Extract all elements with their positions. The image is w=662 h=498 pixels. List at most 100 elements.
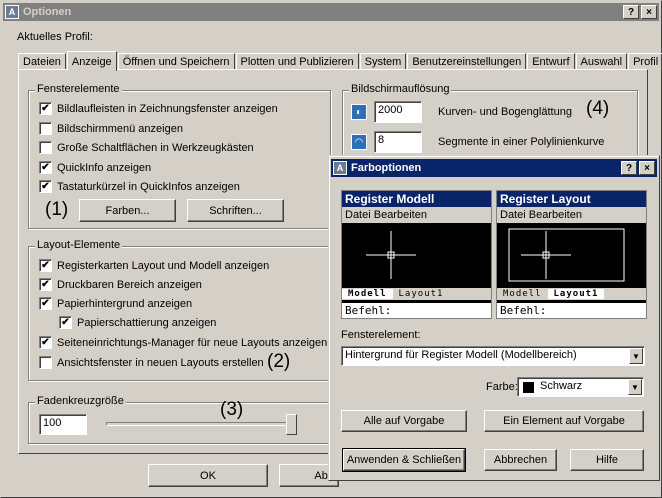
tab-system[interactable]: System bbox=[359, 53, 407, 70]
preview-command-line: Befehl: bbox=[497, 303, 646, 318]
layout-tab-preview[interactable]: Register Layout Datei Bearbeiten Modell … bbox=[496, 190, 647, 319]
polyline-segments-input[interactable]: 8 bbox=[374, 131, 422, 153]
option-label: Papierhintergrund anzeigen bbox=[57, 297, 193, 310]
preview-command-line: Befehl: bbox=[342, 303, 491, 318]
restore-one-button[interactable]: Ein Element auf Vorgabe bbox=[484, 410, 644, 432]
autocad-app-icon: A bbox=[5, 5, 19, 19]
option-shortcut-keys[interactable]: ✔ Tastaturkürzel in QuickInfos anzeigen bbox=[39, 180, 240, 193]
option-label: Registerkarten Layout und Modell anzeige… bbox=[57, 259, 270, 272]
window-element-select[interactable]: Hintergrund für Register Modell (Modellb… bbox=[341, 346, 645, 366]
annotation-1: (1) bbox=[45, 199, 69, 220]
model-tab-preview[interactable]: Register Modell Datei Bearbeiten Modell … bbox=[341, 190, 492, 319]
option-large-buttons[interactable]: Große Schaltflächen in Werkzeugkästen bbox=[39, 141, 254, 154]
paper-preview bbox=[508, 228, 625, 282]
tab-auswahl[interactable]: Auswahl bbox=[575, 53, 628, 70]
help-title-button[interactable]: ? bbox=[623, 5, 639, 19]
polyline-segments-label: Segmente in einer Polylinienkurve bbox=[438, 136, 605, 148]
crosshair-legend: Fadenkreuzgröße bbox=[35, 395, 126, 407]
color-dialog-titlebar: A Farboptionen ? × bbox=[331, 159, 657, 177]
crosshair-size-input[interactable]: 100 bbox=[39, 414, 87, 435]
option-paper-background[interactable]: ✔ Papierhintergrund anzeigen bbox=[39, 297, 192, 310]
help-button[interactable]: Hilfe bbox=[570, 449, 644, 471]
option-scrollbars[interactable]: ✔ Bildlaufleisten in Zeichnungsfenster a… bbox=[39, 102, 278, 115]
fonts-button[interactable]: Schriften... bbox=[187, 199, 284, 222]
preview-tab-model: Modell bbox=[503, 289, 542, 299]
restore-all-button[interactable]: Alle auf Vorgabe bbox=[341, 410, 467, 432]
tab-benutzereinstellungen[interactable]: Benutzereinstellungen bbox=[407, 53, 527, 70]
close-title-button[interactable]: × bbox=[639, 161, 655, 175]
polyline-segments-icon: ◠ bbox=[351, 134, 367, 150]
option-page-setup-manager[interactable]: ✔ Seiteneinrichtungs-Manager für neue La… bbox=[39, 336, 327, 349]
arc-smoothness-icon: ◐ bbox=[351, 104, 367, 120]
option-label: Ansichtsfenster in neuen Layouts erstell… bbox=[57, 356, 264, 369]
option-printable-area[interactable]: ✔ Druckbaren Bereich anzeigen bbox=[39, 278, 202, 291]
option-screen-menu[interactable]: Bildschirmmenü anzeigen bbox=[39, 122, 183, 135]
option-create-viewport[interactable]: Ansichtsfenster in neuen Layouts erstell… bbox=[39, 356, 264, 369]
arc-smoothness-input[interactable]: 2000 bbox=[374, 101, 422, 123]
crosshair-preview bbox=[366, 231, 416, 279]
preview-tabs: Modell Layout1 bbox=[497, 288, 646, 300]
preview-tabs: Modell Layout1 bbox=[342, 288, 491, 300]
tab-strip: Dateien Anzeige Öffnen und Speichern Plo… bbox=[18, 50, 662, 71]
tab-dateien[interactable]: Dateien bbox=[18, 53, 66, 70]
preview-menu: Datei Bearbeiten bbox=[497, 207, 646, 223]
crosshair-slider-thumb[interactable] bbox=[286, 414, 297, 435]
option-label: Bildschirmmenü anzeigen bbox=[57, 122, 183, 135]
checkbox[interactable] bbox=[39, 141, 52, 154]
preview-menu: Datei Bearbeiten bbox=[342, 207, 491, 223]
checkbox[interactable]: ✔ bbox=[39, 161, 52, 174]
checkbox[interactable]: ✔ bbox=[39, 336, 52, 349]
preview-tab-layout: Layout1 bbox=[547, 289, 605, 299]
close-title-button[interactable]: × bbox=[641, 5, 657, 19]
annotation-4: (4) bbox=[586, 98, 610, 119]
checkbox[interactable] bbox=[39, 356, 52, 369]
annotation-2: (2) bbox=[267, 351, 291, 372]
checkbox[interactable]: ✔ bbox=[39, 180, 52, 193]
tab-anzeige[interactable]: Anzeige bbox=[66, 51, 117, 71]
checkbox[interactable] bbox=[39, 122, 52, 135]
option-layout-tabs[interactable]: ✔ Registerkarten Layout und Modell anzei… bbox=[39, 259, 269, 272]
color-select[interactable]: Schwarz ▼ bbox=[517, 377, 644, 397]
apply-close-button[interactable]: Anwenden & Schließen bbox=[342, 448, 466, 472]
arc-smoothness-label: Kurven- und Bogenglättung bbox=[438, 106, 572, 118]
option-quickinfo[interactable]: ✔ QuickInfo anzeigen bbox=[39, 161, 151, 174]
preview-title: Register Modell bbox=[342, 191, 491, 207]
colors-button[interactable]: Farben... bbox=[79, 199, 176, 222]
option-paper-shadow[interactable]: ✔ Papierschattierung anzeigen bbox=[59, 316, 216, 329]
tab-oeffnen-speichern[interactable]: Öffnen und Speichern bbox=[117, 53, 235, 70]
checkbox[interactable]: ✔ bbox=[59, 316, 72, 329]
annotation-3: (3) bbox=[220, 399, 244, 420]
options-title: Optionen bbox=[23, 6, 72, 18]
option-label: Tastaturkürzel in QuickInfos anzeigen bbox=[57, 180, 240, 193]
chevron-down-icon[interactable]: ▼ bbox=[628, 379, 642, 395]
tab-entwurf[interactable]: Entwurf bbox=[527, 53, 575, 70]
checkbox[interactable]: ✔ bbox=[39, 259, 52, 272]
cancel-button[interactable]: Abbrechen bbox=[484, 449, 557, 471]
tab-profil[interactable]: Profil bbox=[628, 53, 662, 70]
checkbox[interactable]: ✔ bbox=[39, 278, 52, 291]
window-element-value: Hintergrund für Register Modell (Modellb… bbox=[345, 349, 577, 361]
option-label: Große Schaltflächen in Werkzeugkästen bbox=[57, 141, 254, 154]
help-title-button[interactable]: ? bbox=[621, 161, 637, 175]
crosshair-slider-track[interactable] bbox=[106, 422, 296, 426]
checkbox[interactable]: ✔ bbox=[39, 297, 52, 310]
ok-button[interactable]: OK bbox=[148, 464, 268, 487]
tab-plotten-publizieren[interactable]: Plotten und Publizieren bbox=[235, 53, 359, 70]
option-label: Druckbaren Bereich anzeigen bbox=[57, 278, 202, 291]
color-label: Farbe: bbox=[486, 381, 518, 393]
color-swatch bbox=[523, 382, 534, 393]
window-element-label: Fensterelement: bbox=[341, 329, 421, 341]
options-titlebar: A Optionen ? × bbox=[3, 3, 659, 21]
option-label: Bildlaufleisten in Zeichnungsfenster anz… bbox=[57, 102, 278, 115]
preview-tab-layout: Layout1 bbox=[398, 289, 444, 299]
color-dialog-title: Farboptionen bbox=[351, 162, 422, 174]
option-label: Seiteneinrichtungs-Manager für neue Layo… bbox=[57, 336, 328, 349]
checkbox[interactable]: ✔ bbox=[39, 102, 52, 115]
profile-label: Aktuelles Profil: bbox=[17, 31, 93, 43]
preview-title: Register Layout bbox=[497, 191, 646, 207]
chevron-down-icon[interactable]: ▼ bbox=[629, 348, 643, 364]
window-elements-legend: Fensterelemente bbox=[35, 83, 122, 95]
autocad-app-icon: A bbox=[333, 161, 347, 175]
resolution-legend: Bildschirmauflösung bbox=[349, 83, 452, 95]
option-label: QuickInfo anzeigen bbox=[57, 161, 152, 174]
